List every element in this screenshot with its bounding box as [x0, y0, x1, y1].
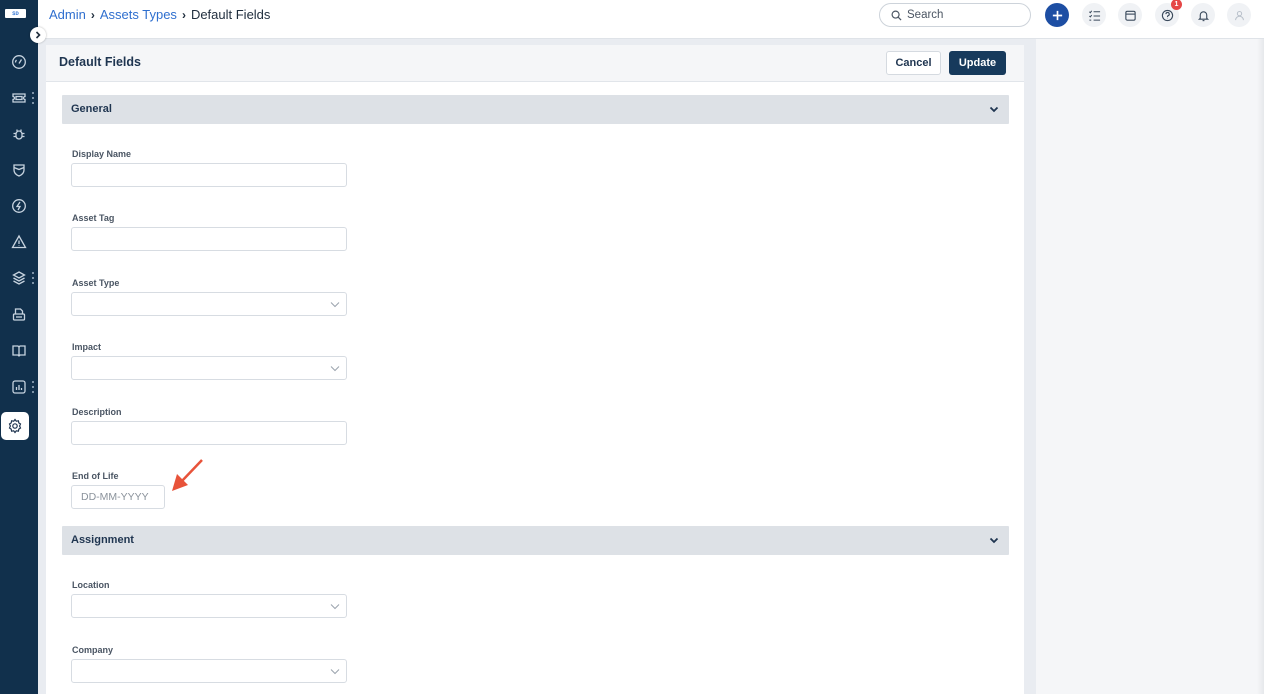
tasks-button[interactable]: [1082, 3, 1106, 27]
update-button[interactable]: Update: [949, 51, 1006, 75]
chevron-down-icon: [330, 604, 340, 610]
reports-menu-dots[interactable]: [32, 381, 34, 393]
checklist-icon: [1088, 10, 1100, 21]
assets-menu-dots[interactable]: [32, 272, 34, 284]
field-label: Description: [72, 407, 122, 417]
breadcrumb: Admin › Assets Types › Default Fields: [49, 7, 270, 22]
chart-icon: [12, 380, 26, 394]
sidebar: ꜱᴅ: [0, 0, 38, 694]
description-input[interactable]: [71, 421, 347, 445]
field-label: Impact: [72, 342, 102, 352]
breadcrumb-separator-icon: ›: [90, 7, 95, 22]
sidebar-item-problems[interactable]: [0, 120, 38, 148]
user-icon: [1234, 10, 1244, 20]
bell-icon: [1197, 10, 1209, 21]
date-placeholder: DD-MM-YYYY: [81, 491, 149, 503]
field-label: Asset Type: [72, 278, 120, 288]
calendar-button[interactable]: [1118, 3, 1142, 27]
chevron-down-icon: [330, 669, 340, 675]
sidebar-item-tickets[interactable]: [0, 84, 38, 112]
help-button[interactable]: 1: [1155, 0, 1182, 27]
user-avatar[interactable]: [1227, 3, 1251, 27]
field-label: Location: [72, 580, 110, 590]
app-logo[interactable]: ꜱᴅ: [5, 9, 26, 18]
search-placeholder: Search: [907, 9, 944, 21]
page-title: Default Fields: [59, 55, 141, 69]
notifications-button[interactable]: [1191, 3, 1215, 27]
sidebar-item-alerts[interactable]: [0, 228, 38, 256]
calendar-icon: [1124, 10, 1136, 21]
annotation-arrow-icon: [172, 459, 203, 491]
sidebar-item-purchase[interactable]: [0, 301, 38, 329]
sidebar-item-dashboard[interactable]: [0, 48, 38, 76]
expand-sidebar-button[interactable]: [30, 27, 46, 43]
chevron-down-icon: [330, 302, 340, 308]
sidebar-item-changes[interactable]: [0, 156, 38, 184]
printer-icon: [12, 308, 26, 321]
breadcrumb-admin[interactable]: Admin: [49, 7, 86, 22]
field-label: Display Name: [72, 149, 132, 159]
bug-icon: [13, 129, 25, 140]
layers-icon: [12, 271, 26, 285]
plus-icon: [1052, 10, 1062, 20]
create-button[interactable]: [1045, 3, 1069, 27]
gauge-icon: [12, 55, 26, 69]
company-select[interactable]: [71, 659, 347, 683]
location-select[interactable]: [71, 594, 347, 618]
shield-icon: [13, 164, 25, 177]
breadcrumb-assets-types[interactable]: Assets Types: [100, 7, 177, 22]
right-panel: [1036, 39, 1264, 694]
gear-icon: [8, 418, 22, 434]
default-fields-card: Default Fields Cancel Update General Dis…: [46, 45, 1024, 694]
display-name-input[interactable]: [71, 163, 347, 187]
end-of-life-date-input[interactable]: DD-MM-YYYY: [71, 485, 165, 509]
sidebar-item-releases[interactable]: [0, 192, 38, 220]
breadcrumb-separator-icon: ›: [181, 7, 186, 22]
sidebar-item-reports[interactable]: [0, 373, 38, 401]
section-general[interactable]: General: [62, 95, 1009, 124]
chevron-down-icon: [330, 366, 340, 372]
cancel-button[interactable]: Cancel: [886, 51, 941, 75]
section-title: General: [71, 103, 112, 115]
ticket-icon: [12, 93, 26, 103]
scrollbar[interactable]: [1257, 39, 1264, 694]
chevron-right-icon: [35, 31, 41, 39]
card-header: Default Fields Cancel Update: [46, 45, 1024, 82]
chevron-down-icon[interactable]: [989, 104, 999, 114]
top-bar: Admin › Assets Types › Default Fields Se…: [38, 0, 1264, 39]
sidebar-item-assets[interactable]: [0, 264, 38, 292]
help-badge: 1: [1171, 0, 1182, 10]
help-icon: [1161, 9, 1173, 21]
field-label: Company: [72, 645, 114, 655]
section-assignment[interactable]: Assignment: [62, 526, 1009, 555]
field-label: End of Life: [72, 471, 119, 481]
asset-tag-input[interactable]: [71, 227, 347, 251]
warning-icon: [11, 234, 27, 249]
search-input[interactable]: Search: [879, 3, 1031, 27]
search-icon: [891, 10, 902, 21]
tickets-menu-dots[interactable]: [32, 92, 34, 104]
chevron-down-icon[interactable]: [989, 535, 999, 545]
section-title: Assignment: [71, 534, 134, 546]
sidebar-item-knowledge[interactable]: [0, 337, 38, 365]
sidebar-item-admin[interactable]: [1, 412, 29, 440]
impact-select[interactable]: [71, 356, 347, 380]
asset-type-select[interactable]: [71, 292, 347, 316]
lightning-icon: [12, 199, 26, 213]
book-icon: [12, 345, 26, 357]
breadcrumb-current: Default Fields: [190, 7, 271, 22]
field-label: Asset Tag: [72, 213, 115, 223]
